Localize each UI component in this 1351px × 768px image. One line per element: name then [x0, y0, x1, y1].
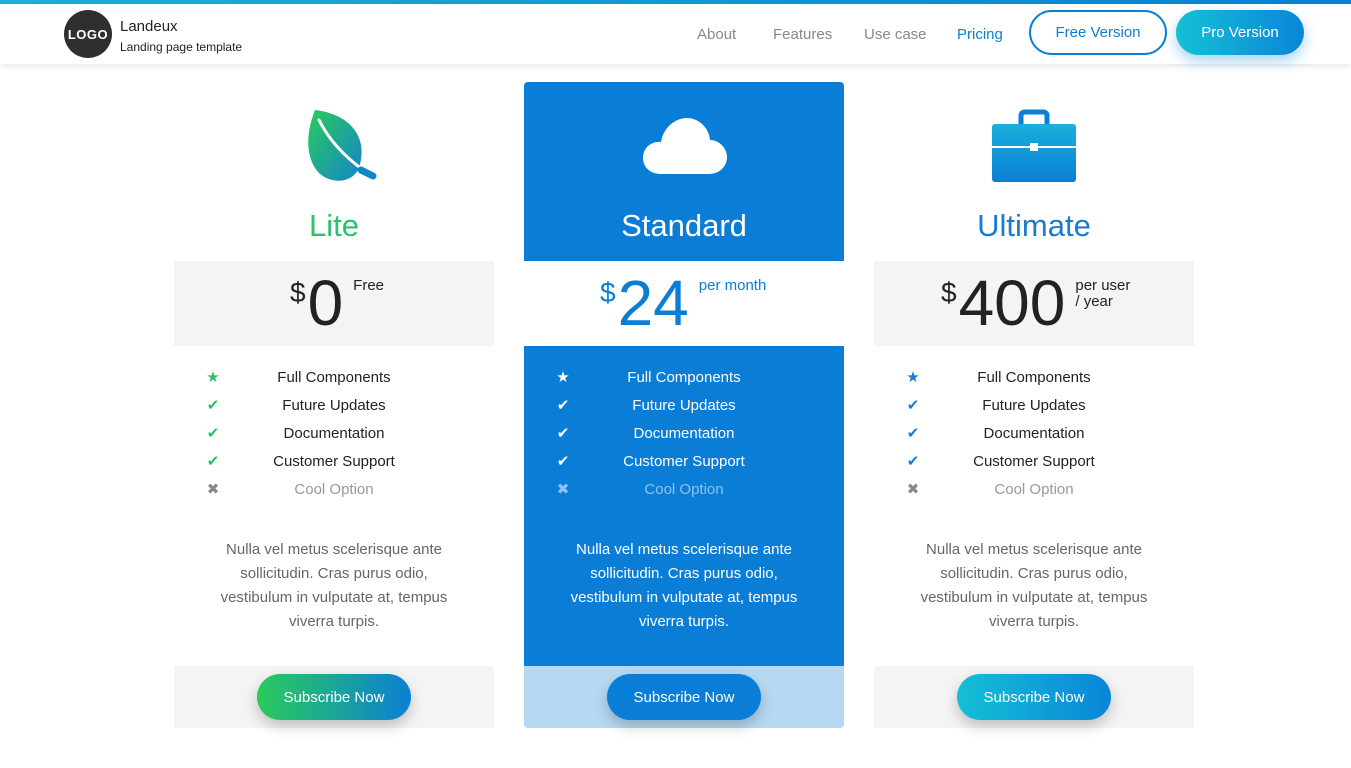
- plan-description: Nulla vel metus scelerisque ante sollici…: [570, 541, 798, 630]
- feature-label: Full Components: [977, 369, 1091, 386]
- nav-pricing-link[interactable]: Pricing: [957, 4, 1003, 64]
- feature-label: Full Components: [627, 369, 741, 386]
- price-note: per user / year: [1075, 278, 1130, 310]
- cross-icon: ✖: [556, 481, 570, 498]
- price-note: Free: [353, 277, 385, 294]
- price-note-line2: / year: [1075, 293, 1113, 310]
- pricing-card-lite: Lite $ 0 Free ★ Full Components ✔ Future U…: [174, 82, 494, 728]
- check-icon: ✔: [906, 397, 920, 414]
- plan-description: Nulla vel metus scelerisque ante sollici…: [920, 541, 1148, 630]
- card-footer: Subscribe Now: [174, 666, 494, 728]
- price-amount: 24: [617, 267, 689, 339]
- card-footer: Subscribe Now: [524, 666, 844, 728]
- feature-list: ★ Full Components ✔ Future Updates ✔ Docume…: [174, 364, 494, 504]
- feature-item: ✔ Documentation: [524, 420, 844, 448]
- cloud-icon: [524, 106, 844, 186]
- pricing-card-ultimate: Ultimate $ 400 per user / year ★ Full Com…: [874, 82, 1194, 728]
- feature-item: ✔ Future Updates: [524, 392, 844, 420]
- plan-name: Ultimate: [977, 208, 1091, 243]
- feature-item: ★ Full Components: [524, 364, 844, 392]
- feature-item-disabled: ✖ Cool Option: [524, 476, 844, 504]
- price-currency: $: [941, 277, 957, 308]
- feature-label: Customer Support: [973, 453, 1095, 470]
- feature-label: Customer Support: [273, 453, 395, 470]
- card-header: Standard: [524, 82, 844, 261]
- feature-label: Documentation: [633, 425, 735, 442]
- feature-item: ✔ Documentation: [874, 420, 1194, 448]
- pricing-card-standard: Standard $ 24 per month ★ Full Components…: [524, 82, 844, 728]
- subscribe-button-lite[interactable]: Subscribe Now: [257, 674, 411, 720]
- price-band: $ 24 per month: [524, 261, 844, 346]
- feature-item: ✔ Customer Support: [874, 448, 1194, 476]
- nav-features-link[interactable]: Features: [773, 4, 832, 64]
- feature-item-disabled: ✖ Cool Option: [874, 476, 1194, 504]
- plan-name: Lite: [309, 208, 359, 243]
- leaf-icon: [174, 106, 494, 186]
- cross-icon: ✖: [206, 481, 220, 498]
- star-icon: ★: [906, 369, 920, 386]
- check-icon: ✔: [206, 425, 220, 442]
- brand-tagline: Landing page template: [120, 40, 243, 54]
- price-amount: 400: [958, 267, 1066, 339]
- cross-icon: ✖: [906, 481, 920, 498]
- feature-label: Full Components: [277, 369, 391, 386]
- price: $ 400 per user / year: [941, 267, 1130, 339]
- price-currency: $: [290, 277, 306, 308]
- feature-item: ✔ Customer Support: [524, 448, 844, 476]
- subscribe-button-standard[interactable]: Subscribe Now: [607, 674, 761, 720]
- feature-label: Future Updates: [982, 397, 1086, 414]
- site-header: LOGO Landeux Landing page template About…: [0, 4, 1351, 64]
- card-header: Ultimate: [874, 82, 1194, 261]
- feature-item: ✔ Customer Support: [174, 448, 494, 476]
- check-icon: ✔: [556, 397, 570, 414]
- feature-item-disabled: ✖ Cool Option: [174, 476, 494, 504]
- price-note: per month: [698, 277, 767, 294]
- card-body: ★ Full Components ✔ Future Updates ✔ Docume…: [874, 346, 1194, 666]
- feature-item: ★ Full Components: [874, 364, 1194, 392]
- feature-label: Documentation: [283, 425, 385, 442]
- feature-label: Cool Option: [294, 481, 374, 498]
- briefcase-icon: [874, 106, 1194, 186]
- brand-name: Landeux: [120, 18, 178, 35]
- feature-label: Customer Support: [623, 453, 745, 470]
- check-icon: ✔: [906, 425, 920, 442]
- feature-item: ✔ Documentation: [174, 420, 494, 448]
- check-icon: ✔: [556, 453, 570, 470]
- feature-label: Cool Option: [644, 481, 724, 498]
- price: $ 24 per month: [600, 267, 766, 339]
- card-footer: Subscribe Now: [874, 666, 1194, 728]
- feature-item: ★ Full Components: [174, 364, 494, 392]
- plan-name: Standard: [621, 208, 747, 243]
- nav-use-case-link[interactable]: Use case: [864, 4, 927, 64]
- price-band: $ 0 Free: [174, 261, 494, 346]
- subscribe-button-ultimate[interactable]: Subscribe Now: [957, 674, 1111, 720]
- star-icon: ★: [206, 369, 220, 386]
- price: $ 0 Free: [290, 267, 384, 339]
- feature-label: Future Updates: [632, 397, 736, 414]
- feature-label: Cool Option: [994, 481, 1074, 498]
- price-amount: 0: [307, 267, 344, 339]
- card-body: ★ Full Components ✔ Future Updates ✔ Docume…: [524, 346, 844, 666]
- check-icon: ✔: [906, 453, 920, 470]
- check-icon: ✔: [206, 453, 220, 470]
- star-icon: ★: [556, 369, 570, 386]
- card-body: ★ Full Components ✔ Future Updates ✔ Docume…: [174, 346, 494, 666]
- feature-list: ★ Full Components ✔ Future Updates ✔ Docume…: [874, 364, 1194, 504]
- feature-item: ✔ Future Updates: [874, 392, 1194, 420]
- plan-description: Nulla vel metus scelerisque ante sollici…: [220, 541, 448, 630]
- price-currency: $: [600, 277, 616, 308]
- price-note-line1: per user: [1075, 277, 1131, 294]
- logo[interactable]: LOGO: [64, 10, 112, 58]
- feature-item: ✔ Future Updates: [174, 392, 494, 420]
- nav-about-link[interactable]: About: [697, 4, 736, 64]
- feature-label: Future Updates: [282, 397, 386, 414]
- price-band: $ 400 per user / year: [874, 261, 1194, 346]
- free-version-button[interactable]: Free Version: [1029, 10, 1167, 55]
- card-header: Lite: [174, 82, 494, 261]
- pro-version-button[interactable]: Pro Version: [1176, 10, 1304, 55]
- feature-label: Documentation: [983, 425, 1085, 442]
- check-icon: ✔: [206, 397, 220, 414]
- check-icon: ✔: [556, 425, 570, 442]
- feature-list: ★ Full Components ✔ Future Updates ✔ Docume…: [524, 364, 844, 504]
